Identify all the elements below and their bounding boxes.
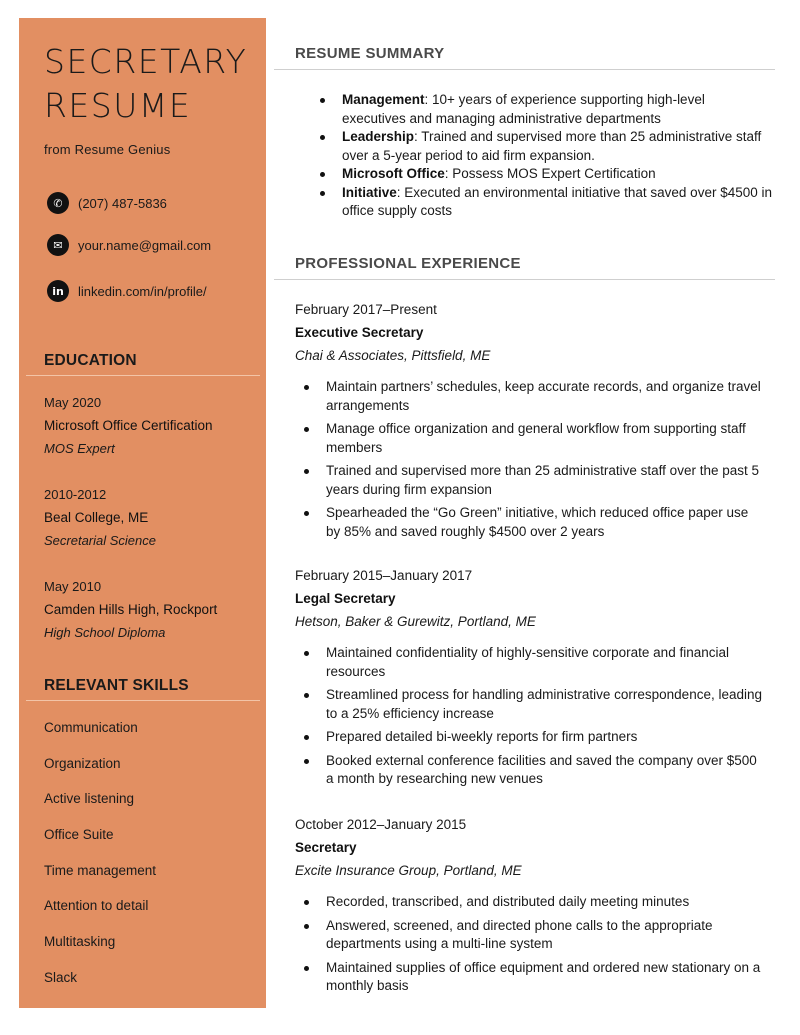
title-line-2: RESUME [44,86,192,125]
education-field: Secretarial Science [44,533,156,548]
summary-text: : Possess MOS Expert Certification [444,166,656,181]
subtitle: from Resume Genius [44,142,171,157]
job-date: October 2012–January 2015 [295,817,467,832]
email-text: your.name@gmail.com [78,237,212,253]
job-bullets: Recorded, transcribed, and distributed d… [304,893,766,1001]
email-icon: ✉ [47,234,69,256]
job-bullet: Maintained confidentiality of highly-sen… [304,644,766,681]
summary-label: Management [342,92,425,107]
skills-heading: RELEVANT SKILLS [44,677,189,694]
education-heading: EDUCATION [44,352,137,369]
job-bullet: Answered, screened, and directed phone c… [304,917,766,954]
skill-item: Attention to detail [44,898,149,913]
job-bullets: Maintain partners’ schedules, keep accur… [304,378,766,546]
linkedin-text: linkedin.com/in/profile/ [78,283,207,299]
skill-item: Active listening [44,791,135,806]
job-company: Hetson, Baker & Gurewitz, Portland, ME [295,614,536,629]
education-name: Beal College, ME [44,510,149,525]
job-bullet: Prepared detailed bi-weekly reports for … [304,728,766,747]
job-company: Excite Insurance Group, Portland, ME [295,863,522,878]
education-name: Camden Hills High, Rockport [44,602,218,617]
education-divider [26,375,260,376]
skill-item: Communication [44,720,138,735]
education-name: Microsoft Office Certification [44,418,213,433]
experience-heading: PROFESSIONAL EXPERIENCE [295,255,521,272]
summary-item: Initiative: Executed an environmental in… [320,184,772,221]
skill-item: Time management [44,863,157,878]
skill-item: Organization [44,756,121,771]
skill-item: Office Suite [44,827,114,842]
sidebar: SECRETARY RESUME from Resume Genius ✆ (2… [19,18,266,1008]
education-item: May 2020 Microsoft Office Certification … [44,391,213,460]
job-bullet: Trained and supervised more than 25 admi… [304,462,766,499]
job-title: Secretary [295,840,357,855]
education-date: May 2010 [44,579,102,594]
job-date: February 2017–Present [295,302,437,317]
job-company: Chai & Associates, Pittsfield, ME [295,348,491,363]
skills-divider [26,700,260,701]
job-bullet: Recorded, transcribed, and distributed d… [304,893,766,912]
summary-text: : Executed an environmental initiative t… [342,184,772,219]
phone-text: (207) 487-5836 [78,195,167,211]
job-bullets: Maintained confidentiality of highly-sen… [304,644,766,794]
education-item: May 2010 Camden Hills High, Rockport Hig… [44,575,217,644]
summary-divider [274,69,775,70]
experience-divider [274,279,775,280]
education-field: MOS Expert [44,441,115,456]
summary-item: Management: 10+ years of experience supp… [320,91,772,128]
resume-title: SECRETARY RESUME [44,40,247,128]
summary-label: Microsoft Office [342,166,445,181]
summary-item: Microsoft Office: Possess MOS Expert Cer… [320,165,772,184]
summary-list: Management: 10+ years of experience supp… [320,91,772,221]
phone-icon: ✆ [47,192,69,214]
job-bullet: Booked external conference facilities an… [304,752,766,789]
contact-phone[interactable]: ✆ (207) 487-5836 [47,192,167,214]
summary-item: Leadership: Trained and supervised more … [320,128,772,165]
job-bullet: Spearheaded the “Go Green” initiative, w… [304,504,766,541]
contact-linkedin[interactable]: in linkedin.com/in/profile/ [47,280,207,302]
title-line-1: SECRETARY [44,42,248,81]
job-date: February 2015–January 2017 [295,568,473,583]
summary-heading: RESUME SUMMARY [295,45,445,62]
skill-item: Slack [44,970,78,985]
education-item: 2010-2012 Beal College, ME Secretarial S… [44,483,156,552]
summary-label: Initiative [342,184,397,200]
job-bullet: Manage office organization and general w… [304,420,766,457]
contact-email[interactable]: ✉ your.name@gmail.com [47,234,211,256]
education-date: 2010-2012 [44,487,107,502]
summary-label: Leadership [342,129,415,144]
job-title: Executive Secretary [295,325,424,340]
job-bullet: Maintain partners’ schedules, keep accur… [304,378,766,415]
skill-item: Multitasking [44,934,116,949]
job-title: Legal Secretary [295,591,396,606]
job-bullet: Streamlined process for handling adminis… [304,686,766,723]
education-field: High School Diploma [44,625,166,640]
education-date: May 2020 [44,395,102,410]
linkedin-icon: in [47,280,69,302]
job-bullet: Maintained supplies of office equipment … [304,959,766,996]
